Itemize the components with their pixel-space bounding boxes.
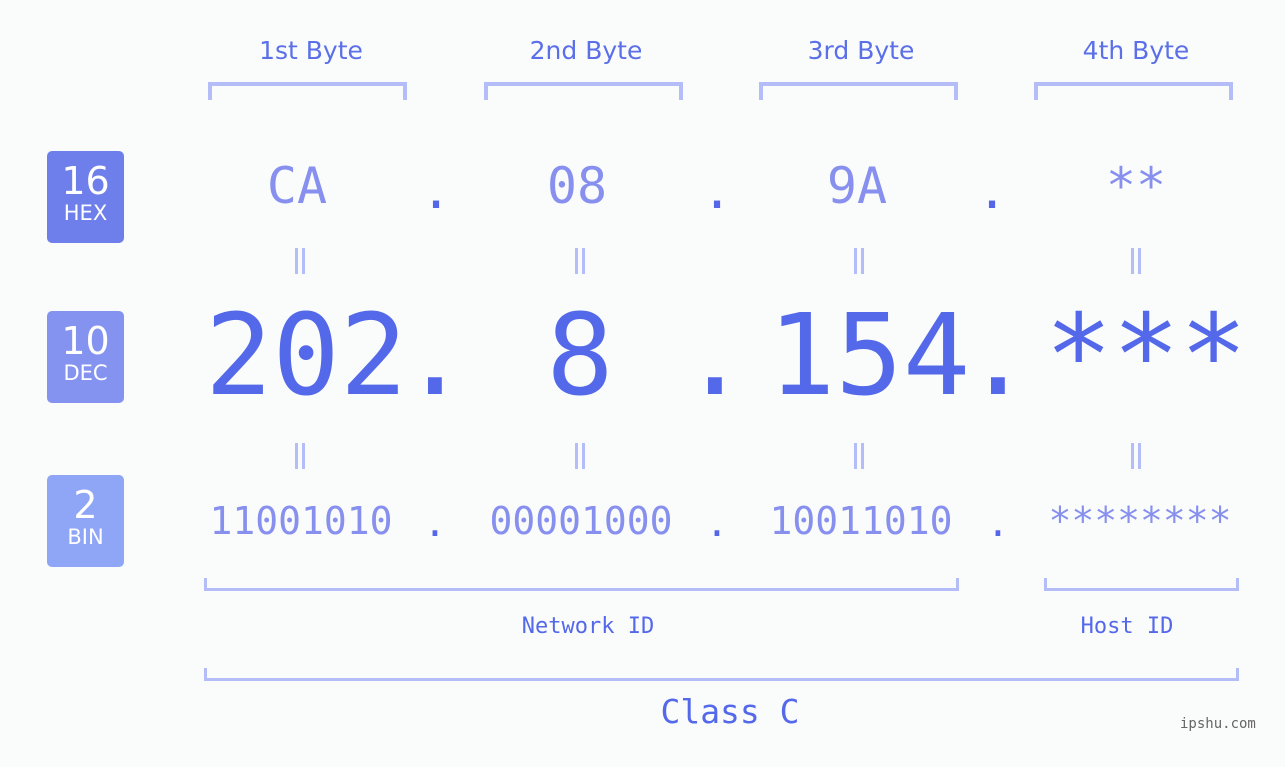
dec-byte-1: 202: [205, 291, 408, 421]
equals-icon: [849, 443, 869, 469]
watermark: ipshu.com: [1180, 716, 1256, 732]
dec-separator-1: .: [401, 291, 469, 421]
hex-byte-3: 9A: [826, 157, 888, 215]
hex-separator-2: .: [701, 162, 733, 220]
bin-separator-1: .: [423, 501, 447, 545]
hex-byte-1: CA: [266, 157, 328, 215]
equals-icon: [570, 248, 590, 274]
equals-icon: [1126, 248, 1146, 274]
bin-byte-1: 11001010: [209, 499, 393, 543]
equals-icon: [570, 443, 590, 469]
equals-icon: [290, 248, 310, 274]
bin-byte-2: 00001000: [489, 499, 673, 543]
network-id-label: Network ID: [521, 614, 655, 639]
bin-byte-3: 10011010: [769, 499, 953, 543]
network-id-bracket: [204, 578, 959, 591]
class-label: Class C: [660, 692, 800, 731]
byte-bracket-1: [208, 82, 407, 100]
dec-base-label: DEC: [63, 361, 108, 385]
bin-badge: 2 BIN: [47, 475, 124, 567]
byte-bracket-4: [1034, 82, 1233, 100]
hex-badge: 16 HEX: [47, 151, 124, 243]
dec-separator-2: .: [681, 291, 749, 421]
dec-byte-4: ***: [1045, 291, 1248, 421]
hex-byte-4: **: [1105, 157, 1167, 215]
byte-header-4: 4th Byte: [1082, 36, 1190, 65]
bin-base-label: BIN: [67, 525, 104, 549]
hex-base-number: 16: [61, 159, 110, 203]
byte-header-3: 3rd Byte: [807, 36, 915, 65]
hex-separator-3: .: [976, 162, 1008, 220]
dec-badge: 10 DEC: [47, 311, 124, 403]
dec-byte-3: 154: [768, 291, 971, 421]
bin-separator-2: .: [705, 501, 729, 545]
equals-icon: [1126, 443, 1146, 469]
hex-base-label: HEX: [63, 201, 108, 225]
dec-byte-2: 8: [546, 291, 614, 421]
byte-header-1: 1st Byte: [259, 36, 363, 65]
equals-icon: [290, 443, 310, 469]
host-id-bracket: [1044, 578, 1239, 591]
bin-base-number: 2: [73, 483, 98, 527]
host-id-label: Host ID: [1080, 614, 1174, 639]
class-bracket: [204, 668, 1239, 681]
dec-base-number: 10: [61, 319, 110, 363]
hex-byte-2: 08: [546, 157, 608, 215]
equals-icon: [849, 248, 869, 274]
dec-separator-3: .: [964, 291, 1032, 421]
byte-bracket-2: [484, 82, 683, 100]
byte-header-2: 2nd Byte: [529, 36, 643, 65]
bin-separator-3: .: [986, 501, 1010, 545]
hex-separator-1: .: [420, 162, 452, 220]
bin-byte-4: ********: [1048, 499, 1232, 543]
byte-bracket-3: [759, 82, 958, 100]
